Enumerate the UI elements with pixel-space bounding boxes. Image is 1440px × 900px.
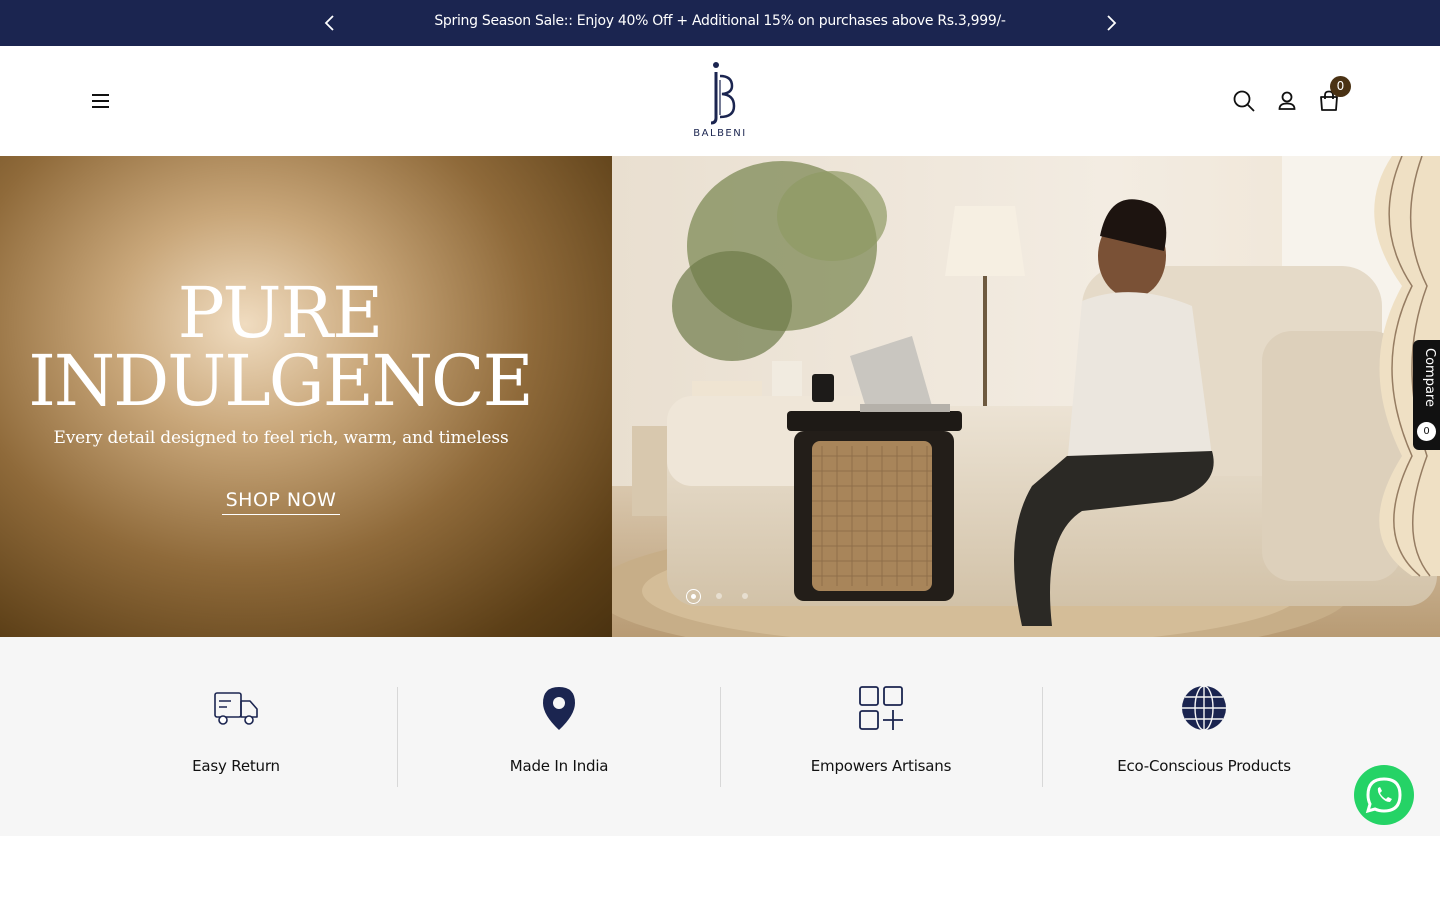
slide-dot[interactable] [716, 593, 722, 599]
announcement-bar: Spring Season Sale:: Enjoy 40% Off + Add… [0, 0, 1440, 46]
feature-item: Empowers Artisans [720, 637, 1042, 836]
shop-now-button[interactable]: SHOP NOW [222, 489, 340, 515]
hero-title-line2: INDULGENCE [28, 340, 533, 422]
menu-button[interactable] [88, 90, 114, 112]
slide-dot[interactable] [742, 593, 748, 599]
slide-dot-active[interactable] [686, 589, 701, 604]
logo-monogram-icon [710, 62, 736, 125]
site-header: BALBENI 0 [0, 46, 1440, 156]
announcement-text[interactable]: Spring Season Sale:: Enjoy 40% Off + Add… [0, 13, 1440, 29]
whatsapp-icon [1365, 777, 1402, 814]
hero-banner[interactable]: PURE INDULGENCE Every detail designed to… [0, 156, 1440, 637]
hamburger-icon [92, 94, 109, 108]
cart-count-badge: 0 [1330, 76, 1351, 97]
compare-count-badge: 0 [1417, 422, 1436, 441]
feature-label: Eco-Conscious Products [1117, 757, 1291, 775]
chevron-right-icon [1107, 15, 1117, 31]
feature-item: Made In India [398, 637, 720, 836]
features-strip: Easy Return Made In India Empowers Artis… [0, 637, 1440, 836]
grid-plus-icon [858, 685, 904, 731]
search-icon [1233, 90, 1255, 112]
announcement-next-button[interactable] [1099, 11, 1123, 35]
map-pin-icon [536, 685, 582, 731]
hero-text-panel: PURE INDULGENCE Every detail designed to… [0, 156, 612, 637]
feature-label: Made In India [509, 757, 609, 775]
feature-label: Easy Return [192, 757, 280, 775]
delivery-truck-icon [213, 685, 259, 731]
brand-name: BALBENI [693, 128, 747, 139]
search-button[interactable] [1231, 88, 1257, 114]
user-icon [1278, 91, 1296, 110]
compare-label: Compare [1422, 348, 1437, 407]
feature-item: Eco-Conscious Products [1043, 637, 1365, 836]
feature-label: Empowers Artisans [810, 757, 952, 775]
hero-subtitle: Every detail designed to feel rich, warm… [53, 428, 509, 448]
account-button[interactable] [1274, 88, 1300, 114]
whatsapp-chat-button[interactable] [1354, 765, 1414, 825]
living-room-illustration [612, 156, 1440, 637]
site-logo[interactable]: BALBENI [680, 60, 760, 144]
globe-icon [1181, 685, 1227, 731]
compare-tab[interactable]: Compare 0 [1413, 340, 1440, 450]
feature-item: Easy Return [75, 637, 397, 836]
hero-photo [612, 156, 1440, 637]
